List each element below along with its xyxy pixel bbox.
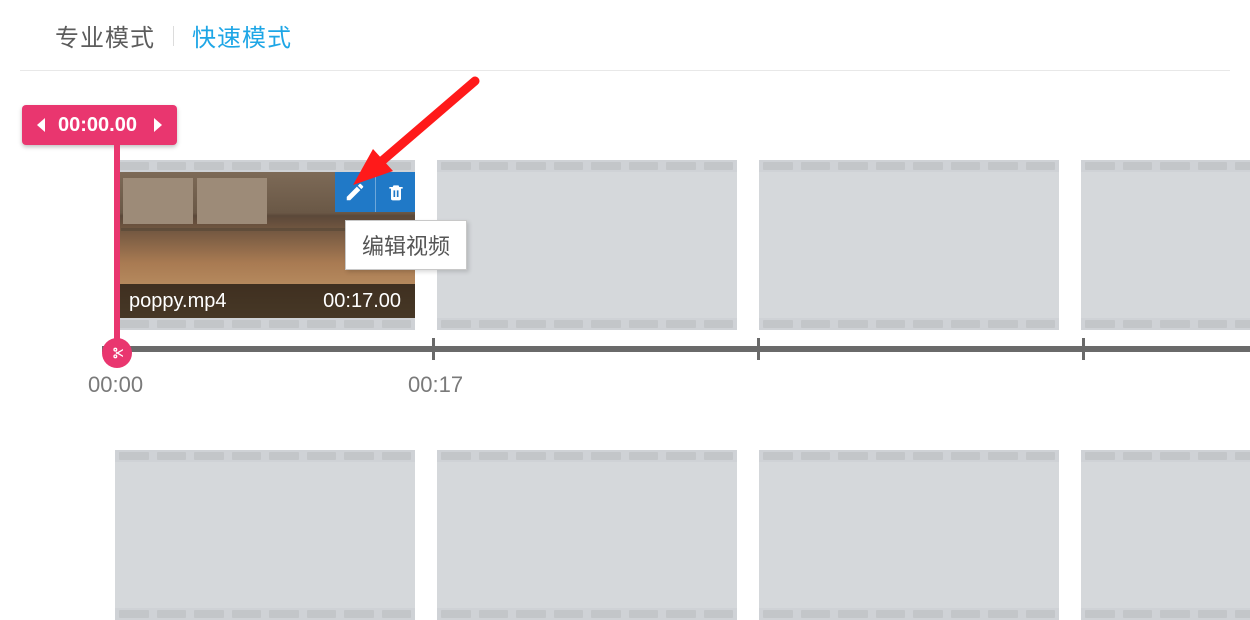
ruler-label-end: 00:17: [408, 372, 463, 398]
timeline-track-2: [115, 450, 1250, 620]
clip-placeholder[interactable]: [437, 450, 737, 620]
scissors-icon[interactable]: [102, 338, 132, 368]
header-divider: [20, 70, 1230, 71]
ruler-tick: [757, 338, 760, 360]
filmstrip-top: [115, 160, 415, 172]
clip-action-buttons: [335, 172, 415, 212]
playhead-time: 00:00.00: [56, 114, 143, 137]
prev-frame-icon[interactable]: [26, 105, 56, 145]
clip-placeholder[interactable]: [437, 160, 737, 330]
next-frame-icon[interactable]: [143, 105, 173, 145]
clip-placeholder[interactable]: [759, 160, 1059, 330]
tooltip-edit-video: 编辑视频: [345, 220, 467, 270]
tab-pro-mode[interactable]: 专业模式: [55, 18, 155, 53]
timeline-ruler[interactable]: [102, 346, 1250, 352]
editor-root: 专业模式 快速模式 00:00.00: [0, 0, 1250, 612]
clip-footer: poppy.mp4 00:17.00: [115, 284, 415, 318]
timeline-track-1: poppy.mp4 00:17.00: [115, 160, 1250, 330]
pencil-icon: [344, 181, 366, 203]
delete-clip-button[interactable]: [375, 172, 415, 212]
trash-icon: [386, 181, 406, 203]
tab-quick-mode[interactable]: 快速模式: [192, 18, 292, 53]
playhead-line[interactable]: [114, 145, 120, 341]
edit-clip-button[interactable]: [335, 172, 375, 212]
clip-placeholder[interactable]: [115, 450, 415, 620]
clip-placeholder[interactable]: [759, 450, 1059, 620]
ruler-tick: [1082, 338, 1085, 360]
ruler-tick: [432, 338, 435, 360]
ruler-label-start: 00:00: [88, 372, 143, 398]
mode-tabs: 专业模式 快速模式: [55, 18, 292, 53]
clip-duration: 00:17.00: [323, 290, 401, 313]
mode-separator: [173, 26, 174, 46]
filmstrip-bottom: [115, 318, 415, 330]
clip-filename: poppy.mp4: [129, 290, 226, 313]
playhead-indicator[interactable]: 00:00.00: [22, 105, 177, 145]
clip-placeholder[interactable]: [1081, 450, 1250, 620]
clip-placeholder[interactable]: [1081, 160, 1250, 330]
